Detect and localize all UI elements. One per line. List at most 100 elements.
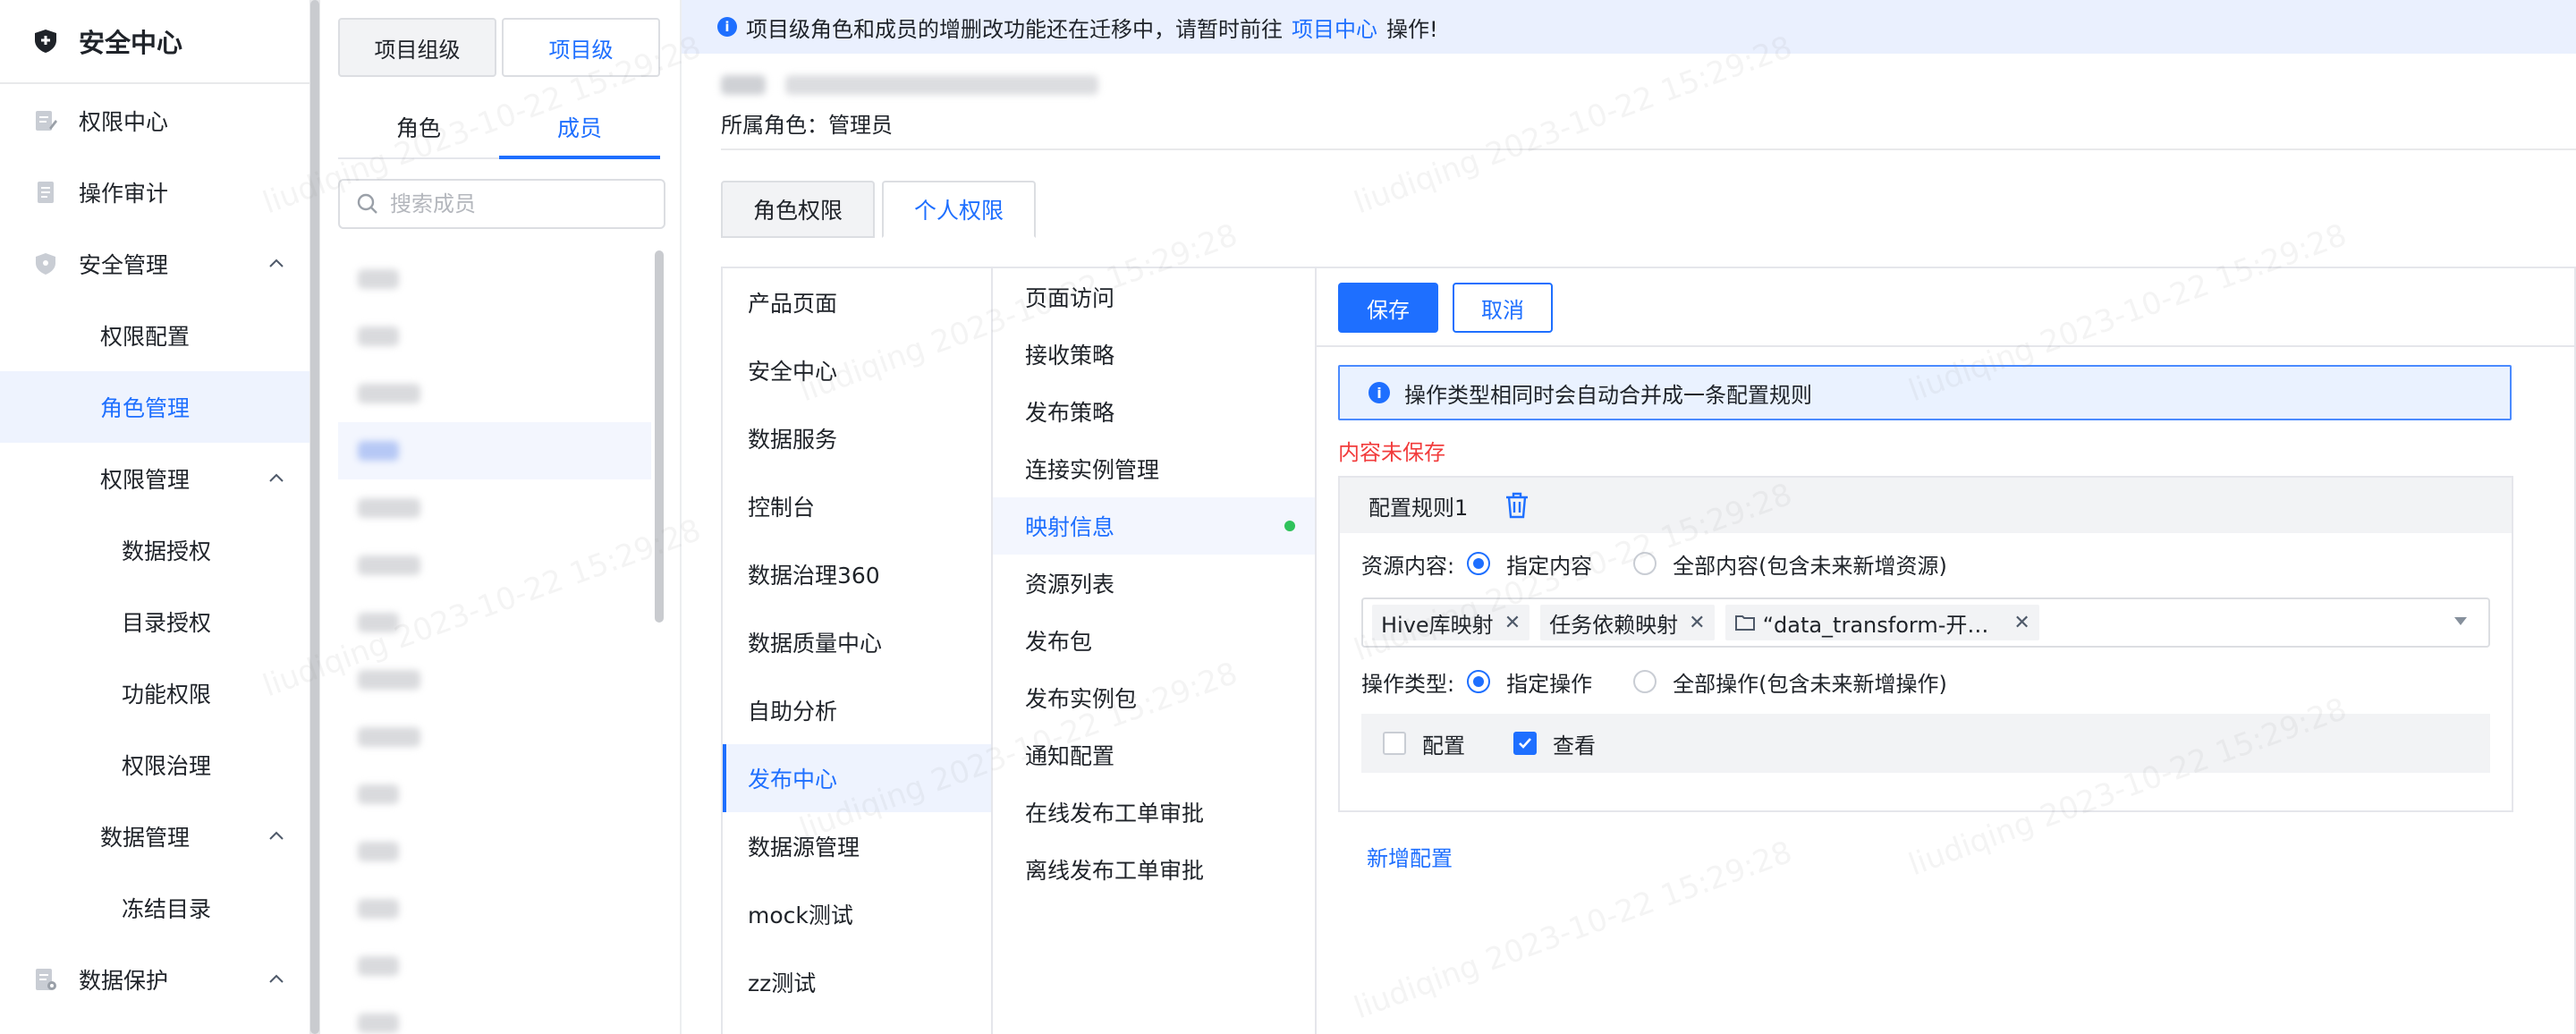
list-item[interactable] <box>338 880 651 937</box>
function-item[interactable]: 接收策略 <box>993 326 1315 383</box>
tab-personal-permission[interactable]: 个人权限 <box>882 181 1037 238</box>
tab-role-permission[interactable]: 角色权限 <box>721 181 876 238</box>
tag-chip: 任务依赖映射 ✕ <box>1540 605 1715 640</box>
list-item[interactable] <box>338 365 651 422</box>
function-item[interactable]: 通知配置 <box>993 726 1315 784</box>
product-item[interactable]: 自助分析 <box>723 676 991 744</box>
list-item[interactable] <box>338 250 651 308</box>
function-item[interactable]: 在线发布工单审批 <box>993 784 1315 841</box>
member-panel: 项目组级 项目级 角色 成员 <box>320 0 682 1034</box>
list-item[interactable] <box>338 651 651 708</box>
operation-options: 配置 查看 <box>1361 714 2490 773</box>
project-center-link[interactable]: 项目中心 <box>1292 12 1377 43</box>
product-item[interactable]: 数据质量中心 <box>723 608 991 676</box>
edit-doc-icon <box>32 107 59 134</box>
radio-specified-operation[interactable] <box>1467 670 1491 693</box>
search-input[interactable] <box>390 191 658 216</box>
nav-item-permission-center[interactable]: 权限中心 <box>0 85 309 157</box>
function-item[interactable]: 离线发布工单审批 <box>993 841 1315 898</box>
nav-item-permission-governance[interactable]: 权限治理 <box>0 729 309 801</box>
nav-item-permission-management[interactable]: 权限管理 <box>0 443 309 514</box>
function-item-selected[interactable]: 映射信息 <box>993 497 1315 555</box>
product-item[interactable]: 数据源管理 <box>723 812 991 880</box>
modified-dot-icon <box>1284 521 1295 531</box>
member-list <box>338 250 651 1034</box>
chevron-up-icon <box>269 831 284 840</box>
nav-item-role-management[interactable]: 角色管理 <box>0 371 309 443</box>
list-item[interactable] <box>338 479 651 537</box>
nav-item-data-protection[interactable]: 数据保护 <box>0 944 309 1015</box>
list-item[interactable] <box>338 308 651 365</box>
product-item-selected[interactable]: 发布中心 <box>723 744 991 812</box>
nav-item-security-management[interactable]: 安全管理 <box>0 228 309 300</box>
list-item[interactable] <box>338 594 651 651</box>
function-item[interactable]: 连接实例管理 <box>993 440 1315 497</box>
sidebar-scrollbar[interactable] <box>309 0 320 1034</box>
shield-plus-icon <box>35 30 56 53</box>
list-item[interactable] <box>338 766 651 823</box>
operation-row: 操作类型: 指定操作 全部操作(包含未来新增操作) <box>1361 664 1947 699</box>
scope-project-button[interactable]: 项目级 <box>502 18 660 77</box>
resource-label: 资源内容: <box>1361 553 1455 579</box>
radio-all-operation[interactable] <box>1633 670 1657 693</box>
function-item[interactable]: 页面访问 <box>993 268 1315 326</box>
nav-item-operation-audit[interactable]: 操作审计 <box>0 157 309 228</box>
tab-member[interactable]: 成员 <box>499 97 660 159</box>
settings-doc-icon <box>32 966 59 993</box>
chevron-up-icon <box>269 258 284 267</box>
check-icon <box>1519 738 1531 749</box>
folder-icon <box>1734 615 1755 631</box>
list-item[interactable] <box>338 823 651 880</box>
scope-project-group-button[interactable]: 项目组级 <box>338 18 496 77</box>
chevron-down-icon[interactable] <box>2454 617 2467 625</box>
app-title: 安全中心 <box>79 28 183 58</box>
save-button[interactable]: 保存 <box>1338 283 1438 333</box>
list-item[interactable] <box>338 937 651 995</box>
function-item[interactable]: 发布实例包 <box>993 669 1315 726</box>
tab-role[interactable]: 角色 <box>338 97 499 157</box>
nav-item-data-management[interactable]: 数据管理 <box>0 801 309 872</box>
nav-item-catalog-authorization[interactable]: 目录授权 <box>0 586 309 657</box>
list-item[interactable] <box>338 537 651 594</box>
member-search[interactable] <box>338 179 665 229</box>
nav-item-function-permission[interactable]: 功能权限 <box>0 657 309 729</box>
member-list-scrollbar[interactable] <box>655 250 664 623</box>
function-item[interactable]: 发布策略 <box>993 383 1315 440</box>
radio-all-content[interactable] <box>1633 552 1657 575</box>
product-item[interactable]: 控制台 <box>723 472 991 540</box>
add-config-link[interactable]: 新增配置 <box>1367 841 1453 872</box>
close-icon[interactable]: ✕ <box>1504 612 1521 634</box>
close-icon[interactable]: ✕ <box>2013 612 2029 634</box>
function-item[interactable]: 资源列表 <box>993 555 1315 612</box>
search-icon <box>357 193 377 214</box>
delete-icon[interactable] <box>1504 491 1530 520</box>
merge-info-alert: i 操作类型相同时会自动合并成一条配置规则 <box>1338 365 2512 420</box>
resource-select[interactable]: Hive库映射 ✕ 任务依赖映射 ✕ “data_transform-开… ✕ <box>1361 598 2490 648</box>
radio-specified-content[interactable] <box>1467 552 1491 575</box>
nav-item-data-authorization[interactable]: 数据授权 <box>0 514 309 586</box>
cancel-button[interactable]: 取消 <box>1453 283 1553 333</box>
migration-banner: i 项目级角色和成员的增删改功能还在迁移中，请暂时前往 项目中心 操作! <box>682 0 2576 54</box>
product-item[interactable]: mock测试 <box>723 880 991 948</box>
tag-chip: Hive库映射 ✕ <box>1372 605 1530 640</box>
list-item-selected[interactable] <box>338 422 651 479</box>
nav-item-permission-config[interactable]: 权限配置 <box>0 300 309 371</box>
checkbox-config[interactable] <box>1383 732 1406 755</box>
divider <box>721 148 2576 150</box>
product-item[interactable]: 数据服务 <box>723 404 991 472</box>
checkbox-view[interactable] <box>1513 732 1537 755</box>
function-item[interactable]: 发布包 <box>993 612 1315 669</box>
nav-item-frozen-catalog[interactable]: 冻结目录 <box>0 872 309 944</box>
product-item[interactable]: 数据治理360 <box>723 540 991 608</box>
product-item[interactable]: 产品页面 <box>723 268 991 336</box>
banner-text: 项目级角色和成员的增删改功能还在迁移中，请暂时前往 <box>746 16 1283 42</box>
role-line: 所属角色：管理员 <box>721 113 893 138</box>
product-item[interactable]: 安全中心 <box>723 336 991 404</box>
alert-text: 操作类型相同时会自动合并成一条配置规则 <box>1404 382 1812 408</box>
close-icon[interactable]: ✕ <box>1689 612 1705 634</box>
shield-icon <box>32 250 59 277</box>
rule-title: 配置规则1 <box>1368 495 1469 521</box>
list-item[interactable] <box>338 708 651 766</box>
product-item[interactable]: zz测试 <box>723 948 991 1016</box>
list-item[interactable] <box>338 995 651 1034</box>
